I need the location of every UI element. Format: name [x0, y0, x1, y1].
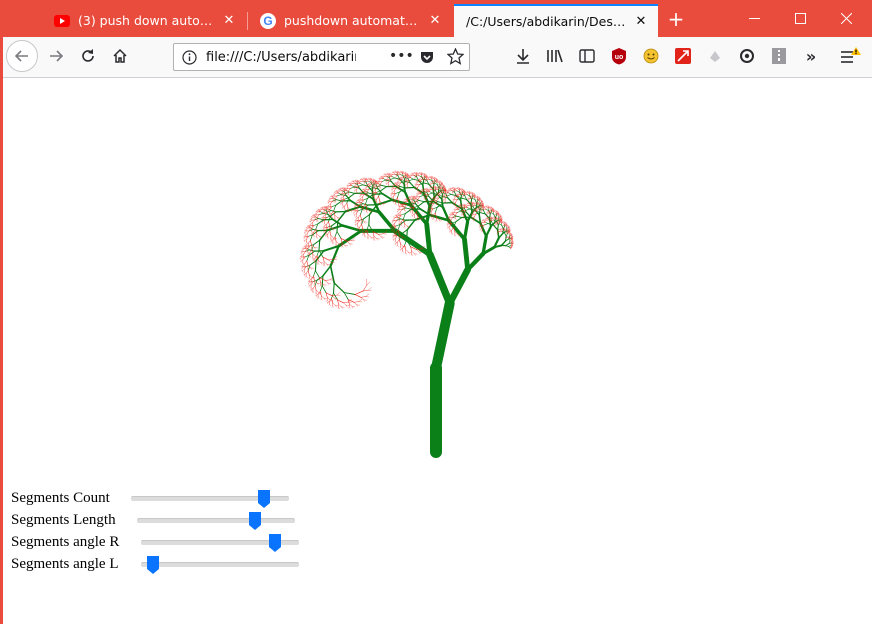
fractal-tree-canvas [299, 170, 514, 458]
tab-bar: (3) push down automata - YouTube ✕ G pus… [0, 0, 872, 37]
extension-red-icon[interactable] [669, 42, 697, 70]
svg-text:uo: uo [615, 54, 624, 61]
slider-thumb[interactable] [258, 490, 271, 508]
menu-hamburger-icon[interactable] [837, 42, 865, 70]
slider-thumb[interactable] [249, 512, 262, 530]
slider-thumb[interactable] [146, 556, 159, 574]
tree-branches [304, 173, 513, 458]
google-icon: G [260, 12, 276, 29]
home-icon[interactable] [105, 41, 135, 71]
library-icon[interactable] [541, 42, 569, 70]
new-tab-button[interactable]: + [662, 4, 690, 34]
navigation-toolbar: file:///C:/Users/abdikarin/Desktop/Fract… [0, 37, 872, 78]
close-icon[interactable]: ✕ [222, 13, 236, 28]
slider-segments-angle-r: Segments angle R [11, 532, 301, 554]
slider-label: Segments angle R [11, 534, 120, 550]
extension-gear-icon[interactable] [733, 42, 761, 70]
slider-label: Segments Count [11, 490, 110, 506]
slider-track[interactable] [137, 512, 295, 530]
tab-title: /C:/Users/abdikarin/Desktop/Fractal [466, 14, 628, 29]
ublock-icon[interactable]: uo [605, 42, 633, 70]
download-icon[interactable] [509, 42, 537, 70]
pocket-icon[interactable] [419, 49, 435, 69]
slider-track[interactable] [141, 534, 299, 552]
overflow-chevron-icon[interactable]: » [797, 42, 825, 70]
slider-segments-count: Segments Count [11, 488, 301, 510]
info-icon[interactable] [182, 50, 197, 69]
sidebar-icon[interactable] [573, 42, 601, 70]
slider-track[interactable] [141, 556, 299, 574]
tab-title: pushdown automata - Google Search [284, 13, 422, 28]
page-content: Segments Count Segments Length Segments … [0, 78, 872, 624]
window-close-icon[interactable] [823, 0, 869, 37]
reload-icon[interactable] [73, 41, 103, 71]
emoji-icon[interactable] [637, 42, 665, 70]
slider-track[interactable] [131, 490, 289, 508]
forward-icon[interactable] [41, 41, 71, 71]
page-actions-icon[interactable]: ••• [389, 48, 414, 64]
tab-youtube[interactable]: (3) push down automata - YouTube ✕ [42, 4, 246, 37]
back-icon[interactable] [6, 40, 38, 72]
url-text[interactable]: file:///C:/Users/abdikarin/Desktop/Fract… [206, 50, 356, 65]
tab-title: (3) push down automata - YouTube [78, 13, 216, 28]
tab-google[interactable]: G pushdown automata - Google Search ✕ [248, 4, 452, 37]
slider-segments-angle-l: Segments angle L [11, 554, 301, 576]
close-icon[interactable]: ✕ [428, 13, 442, 28]
slider-segments-length: Segments Length [11, 510, 301, 532]
extension-zipper-icon[interactable] [765, 42, 793, 70]
extension-puzzle-icon[interactable] [701, 42, 729, 70]
bookmark-star-icon[interactable] [446, 47, 465, 69]
slider-thumb[interactable] [269, 534, 282, 552]
tab-fractal[interactable]: /C:/Users/abdikarin/Desktop/Fractal ✕ [454, 4, 658, 37]
browser-chrome: (3) push down automata - YouTube ✕ G pus… [0, 0, 872, 78]
maximize-icon[interactable] [777, 0, 823, 37]
youtube-icon [54, 13, 70, 29]
minimize-icon[interactable] [731, 0, 777, 37]
desktop-edge [0, 0, 3, 624]
url-bar[interactable]: file:///C:/Users/abdikarin/Desktop/Fract… [173, 43, 470, 71]
svg-text:G: G [263, 14, 272, 28]
close-icon[interactable]: ✕ [634, 14, 648, 29]
slider-label: Segments Length [11, 512, 116, 528]
slider-label: Segments angle L [11, 556, 119, 572]
